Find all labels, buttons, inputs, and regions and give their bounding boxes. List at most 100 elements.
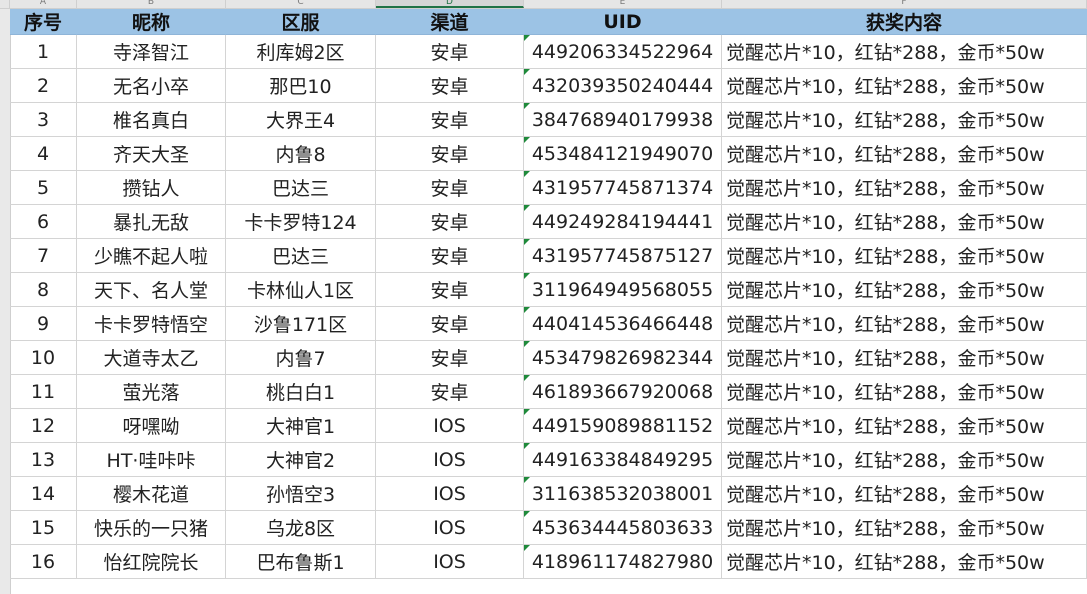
cell-uid[interactable]: 432039350240444 (524, 69, 722, 103)
cell-nickname[interactable]: 攒钻人 (77, 171, 226, 205)
cell-server[interactable]: 内鲁8 (226, 137, 376, 171)
cell-index[interactable]: 3 (10, 103, 77, 137)
cell-server[interactable]: 卡卡罗特124 (226, 205, 376, 239)
header-cell-channel[interactable]: 渠道 (376, 9, 524, 35)
cell-nickname[interactable]: 大道寺太乙 (77, 341, 226, 375)
cell-nickname[interactable]: 少瞧不起人啦 (77, 239, 226, 273)
column-header-c[interactable]: C (226, 0, 376, 8)
cell-reward[interactable]: 觉醒芯片*10，红钻*288，金币*50w (722, 273, 1087, 307)
cell-nickname[interactable]: 怡红院院长 (77, 545, 226, 579)
cell-reward[interactable]: 觉醒芯片*10，红钻*288，金币*50w (722, 171, 1087, 205)
cell-channel[interactable]: IOS (376, 409, 524, 443)
cell-nickname[interactable]: 樱木花道 (77, 477, 226, 511)
cell-reward[interactable]: 觉醒芯片*10，红钻*288，金币*50w (722, 545, 1087, 579)
cell-reward[interactable]: 觉醒芯片*10，红钻*288，金币*50w (722, 137, 1087, 171)
cell-server[interactable]: 桃白白1 (226, 375, 376, 409)
column-header-b[interactable]: B (77, 0, 226, 8)
cell-reward[interactable]: 觉醒芯片*10，红钻*288，金币*50w (722, 375, 1087, 409)
cell-uid[interactable]: 453484121949070 (524, 137, 722, 171)
cell-index[interactable]: 14 (10, 477, 77, 511)
cell-uid[interactable]: 311638532038001 (524, 477, 722, 511)
cell-nickname[interactable]: 卡卡罗特悟空 (77, 307, 226, 341)
cell-channel[interactable]: 安卓 (376, 137, 524, 171)
cell-channel[interactable]: IOS (376, 511, 524, 545)
cell-channel[interactable]: 安卓 (376, 171, 524, 205)
cell-server[interactable]: 巴布鲁斯1 (226, 545, 376, 579)
cell-uid[interactable]: 431957745875127 (524, 239, 722, 273)
cell-index[interactable]: 15 (10, 511, 77, 545)
column-header-f[interactable]: F (722, 0, 1087, 8)
cell-channel[interactable]: IOS (376, 443, 524, 477)
cell-nickname[interactable]: 呀嘿呦 (77, 409, 226, 443)
cell-reward[interactable]: 觉醒芯片*10，红钻*288，金币*50w (722, 239, 1087, 273)
cell-uid[interactable]: 449249284194441 (524, 205, 722, 239)
cell-channel[interactable]: IOS (376, 477, 524, 511)
cell-index[interactable]: 1 (10, 35, 77, 69)
cell-reward[interactable]: 觉醒芯片*10，红钻*288，金币*50w (722, 341, 1087, 375)
cell-server[interactable]: 大神官2 (226, 443, 376, 477)
cell-channel[interactable]: 安卓 (376, 205, 524, 239)
cell-nickname[interactable]: 椎名真白 (77, 103, 226, 137)
cell-channel[interactable]: 安卓 (376, 273, 524, 307)
cell-index[interactable]: 12 (10, 409, 77, 443)
cell-nickname[interactable]: 寺泽智江 (77, 35, 226, 69)
cell-uid[interactable]: 440414536466448 (524, 307, 722, 341)
header-cell-server[interactable]: 区服 (226, 9, 376, 35)
cell-nickname[interactable]: 无名小卒 (77, 69, 226, 103)
cell-server[interactable]: 乌龙8区 (226, 511, 376, 545)
cell-channel[interactable]: IOS (376, 545, 524, 579)
cell-uid[interactable]: 311964949568055 (524, 273, 722, 307)
cell-server[interactable]: 大神官1 (226, 409, 376, 443)
cell-uid[interactable]: 449206334522964 (524, 35, 722, 69)
cell-server[interactable]: 利库姆2区 (226, 35, 376, 69)
cell-uid[interactable]: 418961174827980 (524, 545, 722, 579)
header-cell-uid[interactable]: UID (524, 9, 722, 35)
cell-index[interactable]: 11 (10, 375, 77, 409)
cell-index[interactable]: 9 (10, 307, 77, 341)
cell-index[interactable]: 7 (10, 239, 77, 273)
column-header-a[interactable]: A (10, 0, 77, 8)
cell-reward[interactable]: 觉醒芯片*10，红钻*288，金币*50w (722, 409, 1087, 443)
cell-channel[interactable]: 安卓 (376, 35, 524, 69)
cell-uid[interactable]: 453479826982344 (524, 341, 722, 375)
header-cell-index[interactable]: 序号 (10, 9, 77, 35)
cell-server[interactable]: 沙鲁171区 (226, 307, 376, 341)
cell-server[interactable]: 那巴10 (226, 69, 376, 103)
cell-uid[interactable]: 461893667920068 (524, 375, 722, 409)
cell-nickname[interactable]: 天下、名人堂 (77, 273, 226, 307)
cell-uid[interactable]: 453634445803633 (524, 511, 722, 545)
cell-index[interactable]: 16 (10, 545, 77, 579)
cell-server[interactable]: 巴达三 (226, 171, 376, 205)
cell-nickname[interactable]: 快乐的一只猪 (77, 511, 226, 545)
cell-server[interactable]: 孙悟空3 (226, 477, 376, 511)
cell-reward[interactable]: 觉醒芯片*10，红钻*288，金币*50w (722, 103, 1087, 137)
cell-channel[interactable]: 安卓 (376, 239, 524, 273)
cell-reward[interactable]: 觉醒芯片*10，红钻*288，金币*50w (722, 477, 1087, 511)
cell-uid[interactable]: 384768940179938 (524, 103, 722, 137)
cell-index[interactable]: 6 (10, 205, 77, 239)
cell-index[interactable]: 8 (10, 273, 77, 307)
header-cell-reward[interactable]: 获奖内容 (722, 9, 1087, 35)
cell-uid[interactable]: 449163384849295 (524, 443, 722, 477)
cell-nickname[interactable]: 齐天大圣 (77, 137, 226, 171)
select-all-corner[interactable] (0, 0, 10, 8)
cell-index[interactable]: 4 (10, 137, 77, 171)
cell-nickname[interactable]: 暴扎无敌 (77, 205, 226, 239)
cell-server[interactable]: 巴达三 (226, 239, 376, 273)
cell-nickname[interactable]: 萤光落 (77, 375, 226, 409)
cell-server[interactable]: 内鲁7 (226, 341, 376, 375)
cell-server[interactable]: 大界王4 (226, 103, 376, 137)
column-header-d[interactable]: D (376, 0, 524, 8)
cell-channel[interactable]: 安卓 (376, 69, 524, 103)
cell-channel[interactable]: 安卓 (376, 341, 524, 375)
cell-reward[interactable]: 觉醒芯片*10，红钻*288，金币*50w (722, 69, 1087, 103)
cell-reward[interactable]: 觉醒芯片*10，红钻*288，金币*50w (722, 511, 1087, 545)
header-cell-nickname[interactable]: 昵称 (77, 9, 226, 35)
cell-nickname[interactable]: HT·哇咔咔 (77, 443, 226, 477)
cell-channel[interactable]: 安卓 (376, 307, 524, 341)
cell-reward[interactable]: 觉醒芯片*10，红钻*288，金币*50w (722, 205, 1087, 239)
cell-reward[interactable]: 觉醒芯片*10，红钻*288，金币*50w (722, 35, 1087, 69)
cell-index[interactable]: 10 (10, 341, 77, 375)
cell-channel[interactable]: 安卓 (376, 103, 524, 137)
cell-reward[interactable]: 觉醒芯片*10，红钻*288，金币*50w (722, 443, 1087, 477)
